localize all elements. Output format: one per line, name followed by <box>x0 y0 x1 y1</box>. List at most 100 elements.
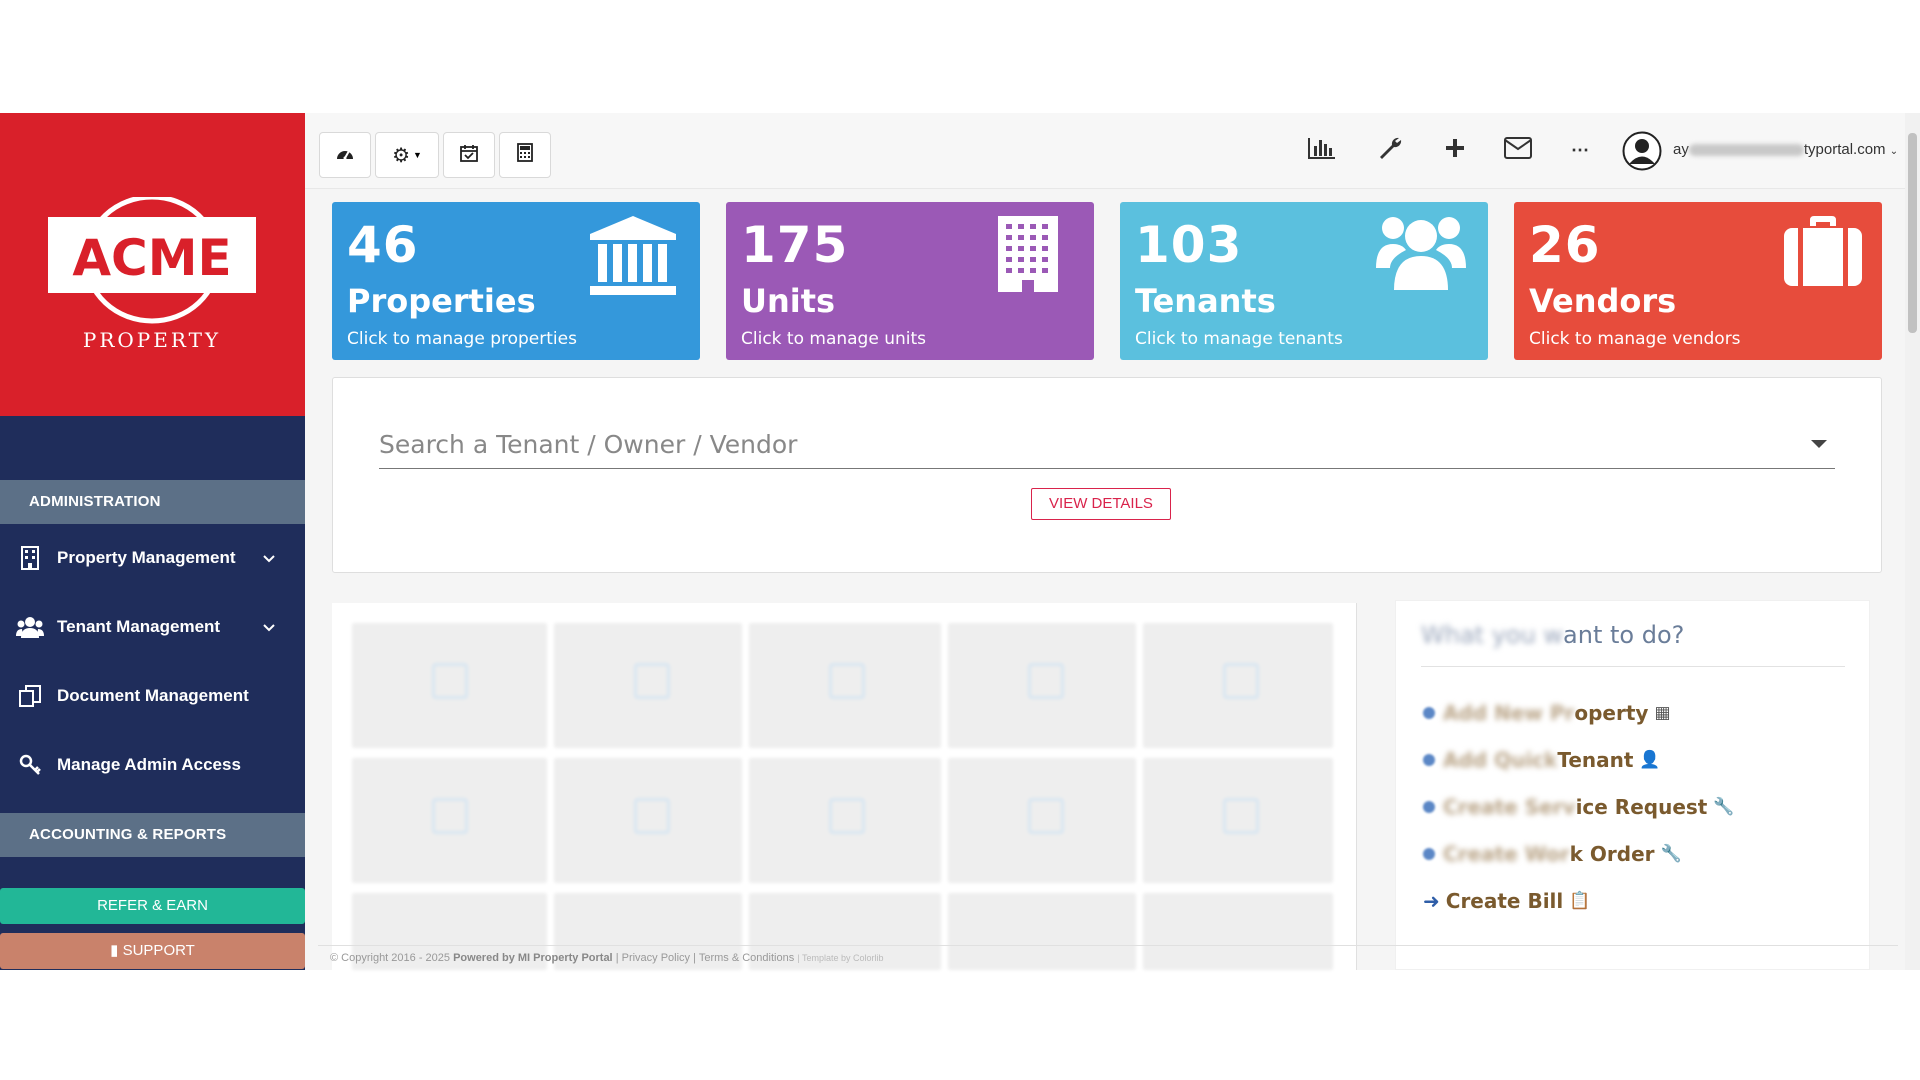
sidebar-item-property-management[interactable]: Property Management <box>0 527 305 589</box>
sidebar: ACME PROPERTY ADMINISTRATION Property Ma… <box>0 113 305 970</box>
bullet-icon <box>1423 801 1435 813</box>
card-title: Vendors <box>1529 282 1677 320</box>
section-administration: ADMINISTRATION <box>0 480 305 524</box>
topbar: ⚙ ▼ ⋯ ay typortal.com ⌄ <box>305 113 1905 189</box>
user-avatar[interactable] <box>1621 130 1663 172</box>
card-title: Properties <box>347 282 536 320</box>
add-quick-tenant-link[interactable]: Add Quick Tenant 👤 <box>1423 748 1661 772</box>
calendar-button[interactable] <box>443 132 495 178</box>
copy-icon: 📋 <box>1569 891 1591 911</box>
shortcut-grid-panel <box>332 603 1357 970</box>
logo[interactable]: ACME PROPERTY <box>0 113 305 416</box>
chevron-down-icon <box>263 617 275 637</box>
calculator-icon <box>517 143 533 167</box>
scrollbar-thumb[interactable] <box>1908 133 1917 333</box>
chevron-down-icon <box>263 548 275 568</box>
shortcut-tile[interactable] <box>1143 623 1333 748</box>
card-subtitle: Click to manage vendors <box>1529 329 1741 349</box>
dashboard-icon <box>335 145 355 166</box>
create-bill-link[interactable]: ➜ Create Bill 📋 <box>1423 889 1590 913</box>
shortcut-tile[interactable] <box>948 758 1136 883</box>
shortcut-tile[interactable] <box>352 623 547 748</box>
wrench-icon: 🔧 <box>1660 844 1682 864</box>
view-details-button[interactable]: VIEW DETAILS <box>1031 488 1171 520</box>
page-scrollbar[interactable] <box>1905 113 1920 970</box>
shortcut-tile[interactable] <box>554 758 742 883</box>
powered-by-link[interactable]: Powered by MI Property Portal <box>453 952 613 964</box>
action-label: ice Request <box>1575 795 1708 819</box>
chevron-down-icon: ⌄ <box>1889 146 1899 157</box>
main-content: ⚙ ▼ ⋯ ay typortal.com ⌄ 46 Properties Cl… <box>305 113 1905 970</box>
user-email-suffix: typortal.com <box>1803 141 1886 158</box>
check-calendar-icon <box>1223 663 1259 699</box>
units-card[interactable]: 175 Units Click to manage units <box>726 202 1094 360</box>
support-button[interactable]: ▮ SUPPORT <box>0 933 305 969</box>
more-button[interactable]: ⋯ <box>1563 133 1597 167</box>
sidebar-item-label: Property Management <box>57 548 236 567</box>
svg-text:ACME: ACME <box>72 229 231 287</box>
title-text: ant to do? <box>1563 621 1685 649</box>
refer-earn-button[interactable]: REFER & EARN <box>0 888 305 924</box>
users-icon <box>1376 210 1466 297</box>
key-icon <box>16 753 44 777</box>
shortcut-tile[interactable] <box>352 758 547 883</box>
shortcut-tile[interactable] <box>1143 758 1333 883</box>
card-count: 26 <box>1529 216 1601 274</box>
shortcut-tile[interactable] <box>749 758 941 883</box>
vendors-card[interactable]: 26 Vendors Click to manage vendors <box>1514 202 1882 360</box>
blurred-text: What you w <box>1421 621 1564 649</box>
caret-down-icon[interactable] <box>1811 440 1827 448</box>
messages-button[interactable] <box>1501 133 1535 167</box>
dashboard-button[interactable] <box>319 132 371 178</box>
tools-button[interactable] <box>1373 133 1407 167</box>
user-email-dropdown[interactable]: ay typortal.com ⌄ <box>1673 141 1898 158</box>
blurred-text: Create Wor <box>1443 842 1570 866</box>
sidebar-item-document-management[interactable]: Document Management <box>0 665 305 727</box>
create-service-request-link[interactable]: Create Serv ice Request 🔧 <box>1423 795 1735 819</box>
quick-actions-panel: What you want to do? Add New Pr operty ▦ … <box>1395 600 1870 970</box>
search-panel: Search a Tenant / Owner / Vendor VIEW DE… <box>332 377 1882 573</box>
check-calendar-icon <box>829 798 865 834</box>
app-root: ACME PROPERTY ADMINISTRATION Property Ma… <box>0 113 1920 970</box>
search-underline <box>379 468 1835 469</box>
arrow-right-icon: ➜ <box>1423 889 1440 913</box>
add-button[interactable] <box>1438 133 1472 167</box>
calculator-button[interactable] <box>499 132 551 178</box>
shortcut-tile[interactable] <box>554 623 742 748</box>
avatar-icon <box>1622 131 1662 171</box>
bullet-icon <box>1423 754 1435 766</box>
acme-logo-icon: ACME PROPERTY <box>48 197 256 352</box>
wrench-icon <box>1377 135 1403 166</box>
sidebar-item-label: Tenant Management <box>57 617 221 636</box>
check-calendar-icon <box>1223 798 1259 834</box>
add-new-property-link[interactable]: Add New Pr operty ▦ <box>1423 701 1671 725</box>
caret-down-icon: ▼ <box>413 150 422 160</box>
action-label: Tenant <box>1557 748 1634 772</box>
check-calendar-icon <box>432 798 468 834</box>
gear-icon: ⚙ <box>392 144 410 167</box>
tenants-card[interactable]: 103 Tenants Click to manage tenants <box>1120 202 1488 360</box>
user-email-prefix: ay <box>1673 141 1689 158</box>
card-subtitle: Click to manage properties <box>347 329 577 349</box>
sidebar-item-tenant-management[interactable]: Tenant Management <box>0 596 305 658</box>
settings-dropdown-button[interactable]: ⚙ ▼ <box>375 132 439 178</box>
card-title: Units <box>741 282 836 320</box>
shortcut-tile[interactable] <box>948 623 1136 748</box>
blurred-text: Add Quick <box>1443 748 1558 772</box>
mail-icon <box>1504 136 1532 164</box>
sidebar-item-label: Manage Admin Access <box>57 755 241 774</box>
shortcut-tile[interactable] <box>749 623 941 748</box>
check-calendar-icon <box>634 798 670 834</box>
action-label: operty <box>1574 701 1649 725</box>
sidebar-item-manage-admin-access[interactable]: Manage Admin Access <box>0 734 305 796</box>
footer: © Copyright 2016 - 2025 Powered by MI Pr… <box>318 945 1898 964</box>
create-work-order-link[interactable]: Create Wor k Order 🔧 <box>1423 842 1682 866</box>
tenant-owner-vendor-search-input[interactable]: Search a Tenant / Owner / Vendor <box>379 430 797 459</box>
footer-links[interactable]: | Privacy Policy | Terms & Conditions <box>616 952 795 964</box>
users-icon <box>16 616 44 638</box>
svg-text:PROPERTY: PROPERTY <box>83 328 221 352</box>
reports-chart-button[interactable] <box>1305 133 1339 167</box>
check-calendar-icon <box>432 663 468 699</box>
properties-card[interactable]: 46 Properties Click to manage properties <box>332 202 700 360</box>
briefcase-icon <box>1782 214 1864 293</box>
